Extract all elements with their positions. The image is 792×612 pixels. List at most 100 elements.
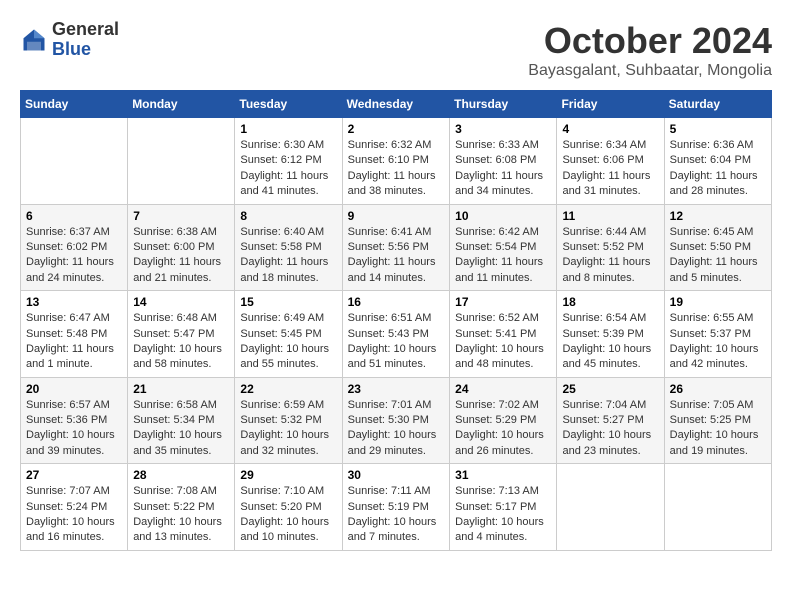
calendar-day-cell: 22 Sunrise: 6:59 AMSunset: 5:32 PMDayligh…	[235, 377, 342, 464]
calendar-day-cell	[664, 464, 771, 551]
day-info-line: Sunset: 5:47 PM	[133, 328, 214, 340]
day-info-line: Sunrise: 6:59 AM	[240, 399, 324, 411]
day-info-line: Daylight: 11 hours and 34 minutes.	[455, 170, 543, 197]
calendar-day-cell: 9Sunrise: 6:41 AMSunset: 5:56 PMDaylight…	[342, 204, 450, 291]
day-info-line: Sunset: 5:24 PM	[26, 501, 107, 513]
day-info-line: Sunset: 5:54 PM	[455, 241, 536, 253]
logo-text: General Blue	[52, 20, 119, 60]
day-info-line: Sunset: 5:20 PM	[240, 501, 321, 513]
day-number: 2	[348, 122, 445, 136]
day-number: 13	[26, 295, 122, 309]
calendar-day-cell: 1Sunrise: 6:30 AMSunset: 6:12 PMDaylight…	[235, 118, 342, 205]
day-info-line: Daylight: 11 hours and 31 minutes.	[562, 170, 650, 197]
day-number: 22	[240, 382, 336, 396]
day-info: Sunrise: 6:36 AMSunset: 6:04 PMDaylight:…	[670, 138, 766, 200]
day-info-line: Daylight: 10 hours and 32 minutes.	[240, 429, 329, 456]
day-info-line: Daylight: 10 hours and 29 minutes.	[348, 429, 437, 456]
day-info: Sunrise: 6:48 AMSunset: 5:47 PMDaylight:…	[133, 311, 229, 373]
day-info-line: Sunset: 5:43 PM	[348, 328, 429, 340]
logo-blue-text: Blue	[52, 40, 119, 60]
day-info-line: Sunset: 6:10 PM	[348, 154, 429, 166]
day-info-line: Daylight: 11 hours and 28 minutes.	[670, 170, 758, 197]
day-info-line: Sunrise: 6:58 AM	[133, 399, 217, 411]
day-number: 20	[26, 382, 122, 396]
calendar-day-cell: 30 Sunrise: 7:11 AMSunset: 5:19 PMDayligh…	[342, 464, 450, 551]
calendar-day-cell: 13 Sunrise: 6:47 AMSunset: 5:48 PMDayligh…	[21, 291, 128, 378]
day-number: 9	[348, 209, 445, 223]
calendar-header-row: SundayMondayTuesdayWednesdayThursdayFrid…	[21, 91, 772, 118]
day-number: 18	[562, 295, 658, 309]
month-title: October 2024	[528, 20, 772, 62]
calendar-day-cell: 28Sunrise: 7:08 AMSunset: 5:22 PMDayligh…	[128, 464, 235, 551]
calendar-week-row: 27Sunrise: 7:07 AMSunset: 5:24 PMDayligh…	[21, 464, 772, 551]
day-info-line: Sunrise: 6:54 AM	[562, 312, 646, 324]
day-info-line: Sunrise: 6:57 AM	[26, 399, 110, 411]
day-number: 17	[455, 295, 551, 309]
day-info-line: Sunset: 6:02 PM	[26, 241, 107, 253]
day-number: 31	[455, 468, 551, 482]
day-info-line: Daylight: 11 hours and 38 minutes.	[348, 170, 436, 197]
day-info-line: Sunrise: 6:33 AM	[455, 139, 539, 151]
calendar-day-cell: 17Sunrise: 6:52 AMSunset: 5:41 PMDayligh…	[450, 291, 557, 378]
day-number: 23	[348, 382, 445, 396]
calendar-day-cell	[21, 118, 128, 205]
day-info-line: Sunset: 5:56 PM	[348, 241, 429, 253]
day-number: 27	[26, 468, 122, 482]
calendar-day-cell: 11Sunrise: 6:44 AMSunset: 5:52 PMDayligh…	[557, 204, 664, 291]
day-info-line: Daylight: 11 hours and 5 minutes.	[670, 256, 758, 283]
day-of-week-header: Saturday	[664, 91, 771, 118]
day-info-line: Sunrise: 7:01 AM	[348, 399, 432, 411]
day-info-line: Daylight: 10 hours and 13 minutes.	[133, 516, 222, 543]
day-number: 5	[670, 122, 766, 136]
day-info: Sunrise: 6:55 AMSunset: 5:37 PMDaylight:…	[670, 311, 766, 373]
day-info-line: Daylight: 10 hours and 10 minutes.	[240, 516, 329, 543]
day-info: Sunrise: 6:51 AMSunset: 5:43 PMDaylight:…	[348, 311, 445, 373]
day-info-line: Daylight: 10 hours and 35 minutes.	[133, 429, 222, 456]
day-info-line: Sunset: 5:50 PM	[670, 241, 751, 253]
day-info-line: Sunset: 5:39 PM	[562, 328, 643, 340]
day-info: Sunrise: 7:11 AMSunset: 5:19 PMDaylight:…	[348, 484, 445, 546]
calendar-day-cell: 16Sunrise: 6:51 AMSunset: 5:43 PMDayligh…	[342, 291, 450, 378]
day-info: Sunrise: 6:59 AMSunset: 5:32 PMDaylight:…	[240, 398, 336, 460]
day-info-line: Sunset: 5:41 PM	[455, 328, 536, 340]
calendar-day-cell: 6Sunrise: 6:37 AMSunset: 6:02 PMDaylight…	[21, 204, 128, 291]
day-number: 4	[562, 122, 658, 136]
day-number: 21	[133, 382, 229, 396]
day-info-line: Sunrise: 6:30 AM	[240, 139, 324, 151]
day-info-line: Sunrise: 6:34 AM	[562, 139, 646, 151]
calendar-day-cell: 7Sunrise: 6:38 AMSunset: 6:00 PMDaylight…	[128, 204, 235, 291]
day-info: Sunrise: 6:40 AMSunset: 5:58 PMDaylight:…	[240, 225, 336, 287]
calendar-day-cell: 2Sunrise: 6:32 AMSunset: 6:10 PMDaylight…	[342, 118, 450, 205]
day-number: 1	[240, 122, 336, 136]
day-number: 30	[348, 468, 445, 482]
day-info-line: Sunset: 6:12 PM	[240, 154, 321, 166]
calendar-day-cell: 23 Sunrise: 7:01 AMSunset: 5:30 PMDayligh…	[342, 377, 450, 464]
day-of-week-header: Tuesday	[235, 91, 342, 118]
day-info: Sunrise: 7:02 AMSunset: 5:29 PMDaylight:…	[455, 398, 551, 460]
day-info-line: Sunrise: 6:42 AM	[455, 226, 539, 238]
day-info: Sunrise: 6:57 AMSunset: 5:36 PMDaylight:…	[26, 398, 122, 460]
day-info: Sunrise: 7:01 AMSunset: 5:30 PMDaylight:…	[348, 398, 445, 460]
day-info: Sunrise: 6:47 AMSunset: 5:48 PMDaylight:…	[26, 311, 122, 373]
calendar-week-row: 1 Sunrise: 6:30 AM Sunset: 6:12 PM Daylight…	[21, 118, 772, 205]
day-info-line: Daylight: 10 hours and 55 minutes.	[240, 343, 329, 370]
day-info-line: Sunrise: 6:45 AM	[670, 226, 754, 238]
day-number: 15	[240, 295, 336, 309]
day-info-line: Daylight: 11 hours and 8 minutes.	[562, 256, 650, 283]
day-info-line: Sunrise: 6:48 AM	[133, 312, 217, 324]
calendar-day-cell: 26Sunrise: 7:05 AMSunset: 5:25 PMDayligh…	[664, 377, 771, 464]
calendar-day-cell: 8Sunrise: 6:40 AMSunset: 5:58 PMDaylight…	[235, 204, 342, 291]
day-info-line: Daylight: 11 hours and 18 minutes.	[240, 256, 328, 283]
calendar-week-row: 20 Sunrise: 6:57 AMSunset: 5:36 PMDayligh…	[21, 377, 772, 464]
day-info: Sunrise: 6:38 AMSunset: 6:00 PMDaylight:…	[133, 225, 229, 287]
title-block: October 2024 Bayasgalant, Suhbaatar, Mon…	[528, 20, 772, 80]
day-info-line: Sunset: 5:29 PM	[455, 414, 536, 426]
day-info-line: Sunrise: 6:51 AM	[348, 312, 432, 324]
day-of-week-header: Wednesday	[342, 91, 450, 118]
calendar-day-cell: 19Sunrise: 6:55 AMSunset: 5:37 PMDayligh…	[664, 291, 771, 378]
day-info-line: Sunset: 5:22 PM	[133, 501, 214, 513]
calendar-day-cell: 24Sunrise: 7:02 AMSunset: 5:29 PMDayligh…	[450, 377, 557, 464]
day-number: 28	[133, 468, 229, 482]
day-info-line: Sunrise: 6:38 AM	[133, 226, 217, 238]
day-info-line: Sunset: 6:06 PM	[562, 154, 643, 166]
